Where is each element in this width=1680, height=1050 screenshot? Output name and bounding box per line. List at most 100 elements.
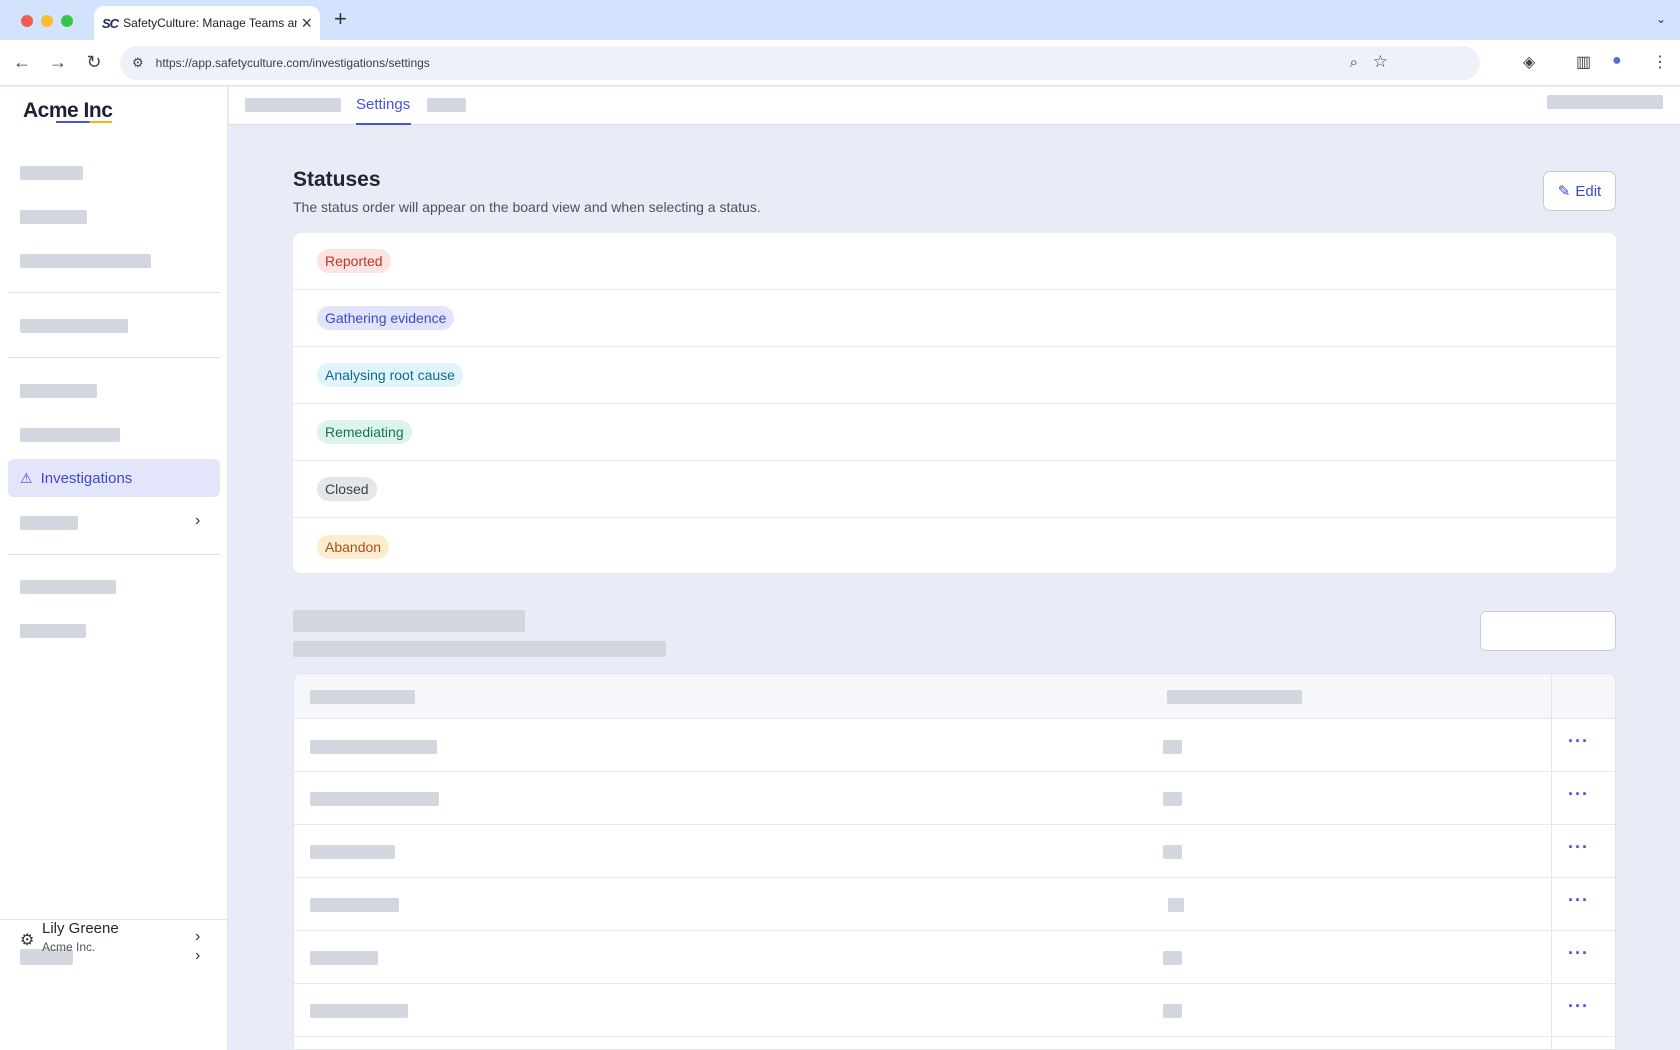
cell-placeholder <box>310 845 395 859</box>
status-badge: Closed <box>317 477 377 501</box>
bookmark-star-icon[interactable]: ☆ <box>1373 52 1388 72</box>
address-bar[interactable]: ⚙ https://app.safetyculture.com/investig… <box>120 46 1480 80</box>
sidebar-item-placeholder[interactable] <box>20 166 83 180</box>
user-org: Acme Inc. <box>42 940 96 954</box>
sidebar-divider <box>8 292 220 293</box>
pencil-icon: ✎ <box>1557 183 1571 200</box>
table-row[interactable]: ··· <box>294 772 1615 825</box>
sidebar-item-placeholder[interactable] <box>20 624 86 638</box>
sidebar-item-placeholder[interactable] <box>20 428 120 442</box>
status-badge: Reported <box>317 249 391 273</box>
sidebar-item-placeholder[interactable] <box>20 210 87 224</box>
minimize-window-icon[interactable] <box>41 15 53 27</box>
section-description-placeholder <box>293 641 666 657</box>
user-profile[interactable]: ⚙ Lily Greene Acme Inc. › <box>20 920 220 960</box>
reload-icon[interactable]: ↻ <box>82 50 106 74</box>
extensions-icon[interactable]: ◈ <box>1523 52 1535 72</box>
zoom-icon[interactable]: ⌕ <box>1350 54 1358 71</box>
side-panel-icon[interactable]: ▥ <box>1576 52 1591 72</box>
row-menu-icon[interactable]: ··· <box>1568 784 1589 805</box>
sidebar-divider <box>8 357 220 358</box>
sidebar-item-investigations[interactable]: ⚠ Investigations <box>8 459 220 497</box>
tab-placeholder[interactable] <box>245 98 341 112</box>
browser-tab-strip: SC SafetyCulture: Manage Teams and... × … <box>0 0 1680 40</box>
status-row: Reported <box>293 233 1616 290</box>
status-row: Gathering evidence <box>293 290 1616 347</box>
sidebar: Acme Inc ⚠ Investigations › › <box>0 87 228 1050</box>
status-row: Analysing root cause <box>293 347 1616 404</box>
cell-placeholder <box>1163 951 1182 965</box>
edit-button[interactable]: ✎ Edit <box>1543 171 1616 211</box>
logo: Acme Inc <box>23 99 113 122</box>
cell-placeholder <box>310 951 378 965</box>
browser-toolbar: ← → ↻ ⚙ https://app.safetyculture.com/in… <box>0 40 1680 86</box>
section-title-placeholder <box>293 610 525 632</box>
row-menu-icon[interactable]: ··· <box>1568 943 1589 964</box>
data-table: ··· ··· ··· ··· ··· ··· <box>293 673 1616 1050</box>
section-description: The status order will appear on the boar… <box>293 199 761 215</box>
status-row: Abandon <box>293 518 1616 573</box>
table-row[interactable]: ··· <box>294 825 1615 878</box>
page-tabs: Settings <box>229 87 1680 125</box>
sidebar-item-placeholder[interactable] <box>20 254 151 268</box>
back-icon[interactable]: ← <box>10 50 34 74</box>
table-header <box>294 674 1615 719</box>
profile-avatar-icon[interactable]: ● <box>1612 52 1622 70</box>
chevron-right-icon[interactable]: › <box>195 512 200 530</box>
row-menu-icon[interactable]: ··· <box>1568 890 1589 911</box>
edit-label: Edit <box>1575 182 1602 200</box>
sidebar-item-placeholder[interactable] <box>20 384 97 398</box>
column-header-placeholder[interactable] <box>1167 690 1302 704</box>
maximize-window-icon[interactable] <box>61 15 73 27</box>
site-info-icon[interactable]: ⚙ <box>132 55 144 71</box>
section-action-button[interactable] <box>1480 611 1616 651</box>
status-badge: Analysing root cause <box>317 363 463 387</box>
table-row[interactable]: ··· <box>294 719 1615 772</box>
tab-title: SafetyCulture: Manage Teams and... <box>123 16 297 30</box>
gear-icon: ⚙ <box>20 932 35 949</box>
status-badge: Abandon <box>317 534 390 559</box>
forward-icon[interactable]: → <box>46 50 70 74</box>
tab-search-icon[interactable]: ⌄ <box>1656 12 1666 26</box>
table-row[interactable]: ··· <box>294 878 1615 931</box>
section-title: Statuses <box>293 168 381 191</box>
favicon-icon: SC <box>102 15 119 31</box>
column-header-placeholder[interactable] <box>310 690 415 704</box>
active-tab-indicator <box>356 123 411 125</box>
table-row[interactable]: ··· <box>294 984 1615 1037</box>
browser-tab[interactable]: SC SafetyCulture: Manage Teams and... × <box>94 6 320 40</box>
browser-menu-icon[interactable]: ⋮ <box>1652 52 1668 72</box>
tab-placeholder[interactable] <box>427 98 466 112</box>
cell-placeholder <box>1163 792 1182 806</box>
sidebar-item-placeholder[interactable] <box>20 580 116 594</box>
cell-placeholder <box>310 740 437 754</box>
cell-placeholder <box>1168 898 1184 912</box>
close-tab-icon[interactable]: × <box>301 14 312 32</box>
logo-underline <box>56 121 112 123</box>
sidebar-item-label: Investigations <box>40 469 133 487</box>
table-row[interactable]: ··· <box>294 931 1615 984</box>
status-row: Remediating <box>293 404 1616 461</box>
url-text: https://app.safetyculture.com/investigat… <box>155 56 430 70</box>
status-badge: Gathering evidence <box>317 306 455 330</box>
user-name: Lily Greene <box>42 920 119 937</box>
sidebar-divider <box>8 554 220 555</box>
warning-triangle-icon: ⚠ <box>20 469 33 486</box>
cell-placeholder <box>1163 1004 1182 1018</box>
sidebar-item-placeholder[interactable] <box>20 319 128 333</box>
cell-placeholder <box>310 792 439 806</box>
row-menu-icon[interactable]: ··· <box>1568 837 1589 858</box>
sidebar-item-placeholder[interactable] <box>20 516 78 530</box>
close-window-icon[interactable] <box>21 15 33 27</box>
status-row: Closed <box>293 461 1616 518</box>
cell-placeholder <box>1163 740 1182 754</box>
cell-placeholder <box>310 1004 408 1018</box>
cell-placeholder <box>1163 845 1182 859</box>
cell-placeholder <box>310 898 399 912</box>
header-action-placeholder[interactable] <box>1547 95 1663 109</box>
row-menu-icon[interactable]: ··· <box>1568 996 1589 1017</box>
new-tab-icon[interactable]: + <box>334 8 347 30</box>
tab-settings[interactable]: Settings <box>356 96 410 113</box>
status-badge: Remediating <box>317 420 412 444</box>
row-menu-icon[interactable]: ··· <box>1568 731 1589 752</box>
